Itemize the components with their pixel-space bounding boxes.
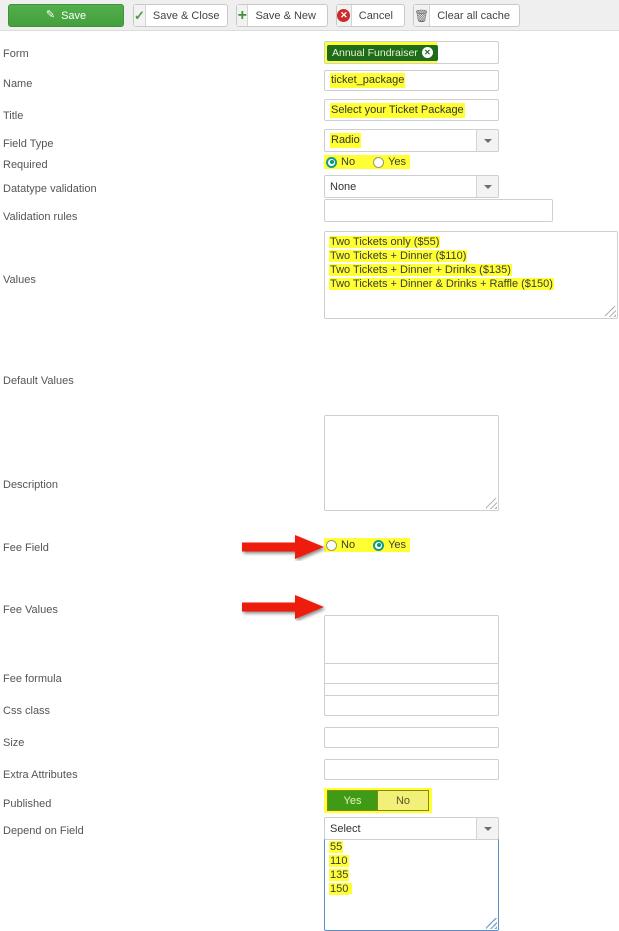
form-chip-highlight: Annual Fundraiser ✕ — [325, 42, 438, 63]
values-line-3: Two Tickets + Dinner + Drinks ($135) — [329, 264, 512, 276]
title-input[interactable]: Select your Ticket Package — [324, 99, 499, 121]
datatype-validation-select[interactable]: None — [324, 175, 499, 198]
radio-selected-icon — [373, 539, 385, 551]
radio-unselected-icon — [373, 156, 385, 168]
label-values: Values — [3, 274, 36, 286]
css-class-value — [330, 705, 332, 707]
radio-unselected-icon — [326, 539, 337, 551]
published-toggle-no[interactable]: No — [378, 790, 429, 811]
label-fee-field: Fee Field — [3, 542, 49, 554]
resize-handle-icon[interactable] — [486, 498, 497, 509]
close-icon[interactable]: ✕ — [421, 47, 433, 58]
name-input[interactable]: ticket_package — [324, 70, 499, 91]
required-radio-no[interactable]: No — [326, 156, 355, 168]
label-fee-values: Fee Values — [3, 604, 58, 616]
fee-field-radio-group: No Yes — [324, 538, 411, 554]
chevron-down-icon[interactable] — [476, 176, 498, 197]
fee-values-line-1: 55 — [329, 841, 344, 853]
fee-field-arrow — [242, 535, 324, 559]
required-radio-no-label: No — [341, 156, 356, 168]
label-published: Published — [3, 798, 52, 810]
validation-rules-value — [330, 210, 332, 212]
label-title: Title — [3, 110, 24, 122]
save-button[interactable]: ✎ Save — [8, 4, 124, 27]
save-and-new-button[interactable]: + Save & New — [236, 4, 328, 27]
resize-handle-icon[interactable] — [605, 306, 616, 317]
fee-values-line-3: 135 — [329, 869, 350, 881]
fee-field-radio-yes[interactable]: Yes — [373, 539, 406, 551]
label-depend-on-field: Depend on Field — [3, 825, 84, 837]
label-css-class: Css class — [3, 705, 51, 717]
form-selected-chip[interactable]: Annual Fundraiser ✕ — [327, 44, 438, 61]
pencil-square-icon: ✎ — [45, 9, 56, 21]
clear-all-cache-label: Clear all cache — [437, 9, 510, 22]
resize-handle-icon[interactable] — [486, 918, 497, 929]
trash-icon: 🗑 — [414, 5, 431, 26]
values-line-1: Two Tickets only ($55) — [329, 236, 441, 248]
fee-field-radio-no-label: No — [341, 539, 356, 551]
label-extra-attributes: Extra Attributes — [3, 769, 78, 781]
name-input-value: ticket_package — [330, 73, 406, 88]
fee-values-textarea[interactable]: 55 110 135 150 — [324, 836, 499, 931]
label-fee-formula: Fee formula — [3, 673, 62, 685]
depend-on-field-text: Select — [330, 822, 361, 835]
text-cursor — [349, 883, 353, 894]
clear-all-cache-button[interactable]: 🗑 Clear all cache — [413, 4, 520, 27]
save-and-new-label: Save & New — [255, 9, 316, 22]
required-radio-yes[interactable]: Yes — [373, 156, 406, 168]
fee-formula-value — [330, 673, 332, 675]
published-toggle-yes[interactable]: Yes — [327, 790, 378, 811]
title-input-value: Select your Ticket Package — [330, 102, 465, 118]
size-value — [330, 737, 332, 739]
extra-attributes-input[interactable] — [324, 759, 499, 780]
chevron-down-icon[interactable] — [476, 130, 498, 151]
cancel-button[interactable]: ✕ Cancel — [336, 4, 405, 27]
fee-field-radio-yes-label: Yes — [388, 539, 407, 551]
label-description: Description — [3, 479, 59, 491]
label-form: Form — [3, 48, 29, 60]
label-default-values: Default Values — [3, 375, 74, 387]
plus-icon: + — [237, 5, 249, 26]
field-type-select[interactable]: Radio — [324, 129, 499, 152]
required-radio-yes-label: Yes — [388, 156, 407, 168]
form-field-row: Annual Fundraiser ✕ — [324, 41, 499, 64]
values-line-4: Two Tickets + Dinner & Drinks + Raffle (… — [329, 278, 554, 290]
save-and-close-label: Save & Close — [152, 9, 220, 22]
label-required: Required — [3, 159, 48, 171]
fee-values-lines: 55 110 135 150 — [329, 840, 353, 896]
extra-attributes-value — [330, 769, 332, 771]
label-name: Name — [3, 78, 33, 90]
depend-on-field-select[interactable]: Select — [324, 817, 499, 840]
published-toggle-group: Yes No — [324, 788, 432, 813]
fee-field-radio-no[interactable]: No — [326, 539, 355, 551]
fee-values-line-2: 110 — [329, 855, 349, 867]
label-datatype-validation: Datatype validation — [3, 183, 97, 195]
form-chip-label: Annual Fundraiser — [332, 46, 418, 59]
label-size: Size — [3, 737, 25, 749]
values-textarea[interactable]: Two Tickets only ($55) Two Tickets + Din… — [324, 231, 618, 319]
fee-values-line-4: 150 — [329, 883, 350, 895]
default-values-textarea[interactable] — [324, 415, 499, 511]
save-and-close-button[interactable]: ✓ Save & Close — [133, 4, 228, 27]
css-class-input[interactable] — [324, 695, 499, 716]
radio-selected-icon — [326, 156, 337, 168]
cancel-label: Cancel — [358, 9, 393, 22]
validation-rules-input[interactable] — [324, 199, 553, 222]
fee-values-arrow — [242, 595, 324, 619]
field-type-value: Radio — [330, 133, 361, 148]
check-icon: ✓ — [134, 5, 146, 26]
size-input[interactable] — [324, 727, 499, 748]
label-validation-rules: Validation rules — [3, 211, 78, 223]
toolbar: ✎ Save ✓ Save & Close + Save & New ✕ Can… — [0, 0, 619, 31]
label-field-type: Field Type — [3, 138, 54, 150]
cancel-circle-icon: ✕ — [337, 5, 352, 26]
field-type-select-text: Radio — [325, 130, 476, 151]
datatype-validation-text: None — [330, 180, 357, 193]
required-radio-group: No Yes — [324, 155, 411, 169]
fee-formula-input[interactable] — [324, 663, 499, 684]
save-button-label: Save — [61, 9, 87, 22]
chevron-down-icon[interactable] — [476, 818, 498, 839]
values-line-2: Two Tickets + Dinner ($110) — [329, 250, 468, 262]
values-lines: Two Tickets only ($55) Two Tickets + Din… — [329, 235, 554, 291]
